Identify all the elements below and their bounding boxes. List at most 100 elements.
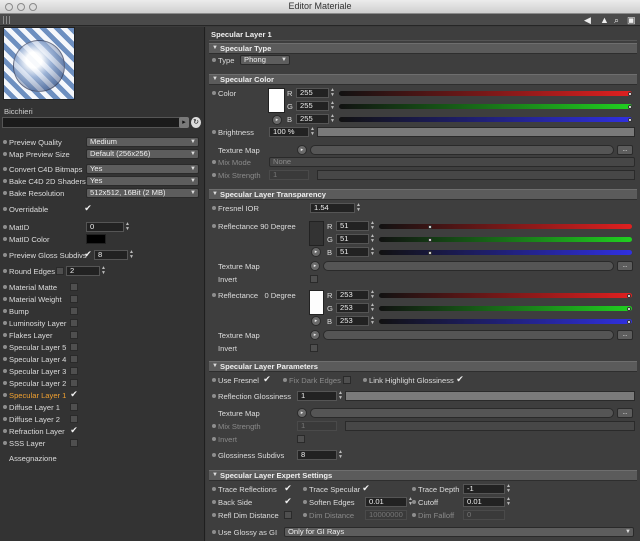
- layer-checkbox[interactable]: [70, 355, 78, 363]
- texture-map-menu-button[interactable]: ▸: [297, 408, 307, 418]
- channel-value-field[interactable]: 255: [296, 101, 329, 111]
- dim-falloff-field[interactable]: 0: [463, 510, 505, 520]
- channel-value-field[interactable]: 51: [336, 234, 369, 244]
- channel-spinner[interactable]: ▲ ▼: [370, 290, 376, 300]
- link-highlight-checkbox[interactable]: ✔: [456, 375, 464, 384]
- slider-knob[interactable]: [628, 92, 632, 96]
- section-specular-type[interactable]: ▼ Specular Type: [209, 43, 637, 54]
- texture-map-menu-button[interactable]: ▸: [310, 330, 320, 340]
- texture-map-browse-button[interactable]: ...: [617, 261, 633, 271]
- channel-value-field[interactable]: 51: [336, 247, 369, 257]
- layer-item[interactable]: Diffuse Layer 1: [0, 402, 205, 413]
- refresh-icon[interactable]: ↻: [191, 117, 201, 128]
- name-menu-button[interactable]: ▸: [179, 117, 189, 128]
- layer-checkbox[interactable]: [70, 319, 78, 327]
- layer-item[interactable]: Specular Layer 1 ✔: [0, 390, 205, 401]
- arrow-up-icon[interactable]: ▲: [600, 15, 609, 25]
- channel-spinner[interactable]: ▲ ▼: [370, 316, 376, 326]
- reflection-glossiness-field[interactable]: 1: [297, 391, 337, 401]
- overridable-checkbox[interactable]: ✔: [84, 204, 92, 213]
- fresnel-ior-field[interactable]: 1.54: [310, 203, 355, 213]
- matid-color-swatch[interactable]: [86, 234, 106, 244]
- glossiness-subdivs-spinner[interactable]: ▲ ▼: [338, 450, 344, 460]
- layer-item[interactable]: Material Matte: [0, 282, 205, 293]
- slider-knob[interactable]: [427, 238, 432, 242]
- channel-slider[interactable]: [379, 237, 632, 242]
- channel-value-field[interactable]: 253: [336, 316, 369, 326]
- slider-knob[interactable]: [427, 225, 432, 229]
- reflectance-90-picker-button[interactable]: ▸: [311, 247, 321, 257]
- channel-slider[interactable]: [379, 250, 632, 255]
- mix-strength-slider[interactable]: [345, 421, 635, 431]
- round-edges-field[interactable]: 2: [66, 266, 100, 276]
- texture-map-slot[interactable]: [310, 408, 614, 418]
- preview-gloss-field[interactable]: 8: [94, 250, 128, 260]
- invert-checkbox[interactable]: [310, 344, 318, 352]
- layer-checkbox[interactable]: [70, 295, 78, 303]
- channel-slider[interactable]: [379, 293, 632, 298]
- brightness-field[interactable]: 100 %: [269, 127, 309, 137]
- slider-knob[interactable]: [427, 251, 432, 255]
- mix-strength-slider[interactable]: [317, 170, 635, 180]
- channel-spinner[interactable]: ▲ ▼: [370, 234, 376, 244]
- color-picker-button[interactable]: ▸: [272, 115, 282, 125]
- layer-checkbox[interactable]: [70, 403, 78, 411]
- dim-distance-field[interactable]: 10000000: [365, 510, 407, 520]
- trace-specular-checkbox[interactable]: ✔: [362, 484, 370, 493]
- map-preview-size-dropdown[interactable]: Default (256x256) ▼: [86, 149, 199, 159]
- channel-value-field[interactable]: 51: [336, 221, 369, 231]
- brightness-spinner[interactable]: ▲ ▼: [310, 127, 316, 137]
- reflectance-0-swatch[interactable]: [309, 290, 324, 315]
- refl-dim-distance-checkbox[interactable]: [284, 511, 292, 519]
- bake-c4d-dropdown[interactable]: Yes ▼: [86, 176, 199, 186]
- texture-map-browse-button[interactable]: ...: [617, 408, 633, 418]
- layer-checkbox[interactable]: ✔: [70, 390, 78, 399]
- texture-map-browse-button[interactable]: ...: [617, 330, 633, 340]
- matid-field[interactable]: 0: [86, 222, 124, 232]
- round-edges-spinner[interactable]: ▲ ▼: [101, 266, 107, 276]
- channel-slider[interactable]: [339, 104, 632, 109]
- channel-spinner[interactable]: ▲ ▼: [330, 88, 336, 98]
- channel-value-field[interactable]: 255: [296, 88, 329, 98]
- use-fresnel-checkbox[interactable]: ✔: [263, 375, 271, 384]
- material-name-field[interactable]: [2, 117, 187, 128]
- matid-spinner[interactable]: ▲ ▼: [125, 222, 131, 232]
- layer-checkbox[interactable]: [70, 439, 78, 447]
- cutoff-spinner[interactable]: ▲ ▼: [506, 497, 512, 507]
- search-icon[interactable]: ⌕: [614, 15, 619, 26]
- section-specular-transparency[interactable]: ▼ Specular Layer Transparency: [209, 189, 637, 200]
- fresnel-ior-spinner[interactable]: ▲ ▼: [356, 203, 362, 213]
- texture-map-browse-button[interactable]: ...: [617, 145, 633, 155]
- section-specular-expert[interactable]: ▼ Specular Layer Expert Settings: [209, 470, 637, 481]
- mix-strength-field[interactable]: 1: [297, 421, 337, 431]
- channel-spinner[interactable]: ▲ ▼: [330, 114, 336, 124]
- glossiness-subdivs-field[interactable]: 8: [297, 450, 337, 460]
- channel-slider[interactable]: [339, 91, 632, 96]
- reflectance-0-picker-button[interactable]: ▸: [311, 316, 321, 326]
- layer-item[interactable]: Refraction Layer ✔: [0, 426, 205, 437]
- type-dropdown[interactable]: Phong ▼: [240, 55, 290, 65]
- back-side-checkbox[interactable]: ✔: [284, 497, 292, 506]
- bake-resolution-dropdown[interactable]: 512x512, 16Bit (2 MB) ▼: [86, 188, 199, 198]
- channel-value-field[interactable]: 255: [296, 114, 329, 124]
- reflection-glossiness-spinner[interactable]: ▲ ▼: [338, 391, 344, 401]
- layer-item[interactable]: Specular Layer 2: [0, 378, 205, 389]
- texture-map-menu-button[interactable]: ▸: [310, 261, 320, 271]
- layer-checkbox[interactable]: [70, 307, 78, 315]
- channel-slider[interactable]: [339, 117, 632, 122]
- convert-c4d-dropdown[interactable]: Yes ▼: [86, 164, 199, 174]
- slider-knob[interactable]: [628, 118, 632, 122]
- layer-item[interactable]: Specular Layer 4: [0, 354, 205, 365]
- layer-item[interactable]: Material Weight: [0, 294, 205, 305]
- channel-slider[interactable]: [379, 306, 632, 311]
- cutoff-field[interactable]: 0.01: [463, 497, 505, 507]
- layer-checkbox[interactable]: ✔: [70, 426, 78, 435]
- use-glossy-gi-dropdown[interactable]: Only for GI Rays ▼: [284, 527, 634, 537]
- texture-map-menu-button[interactable]: ▸: [297, 145, 307, 155]
- layer-item[interactable]: Luminosity Layer: [0, 318, 205, 329]
- layer-item[interactable]: Specular Layer 5: [0, 342, 205, 353]
- channel-slider[interactable]: [379, 224, 632, 229]
- layer-item[interactable]: Diffuse Layer 2: [0, 414, 205, 425]
- trace-depth-field[interactable]: -1: [463, 484, 505, 494]
- layer-checkbox[interactable]: [70, 367, 78, 375]
